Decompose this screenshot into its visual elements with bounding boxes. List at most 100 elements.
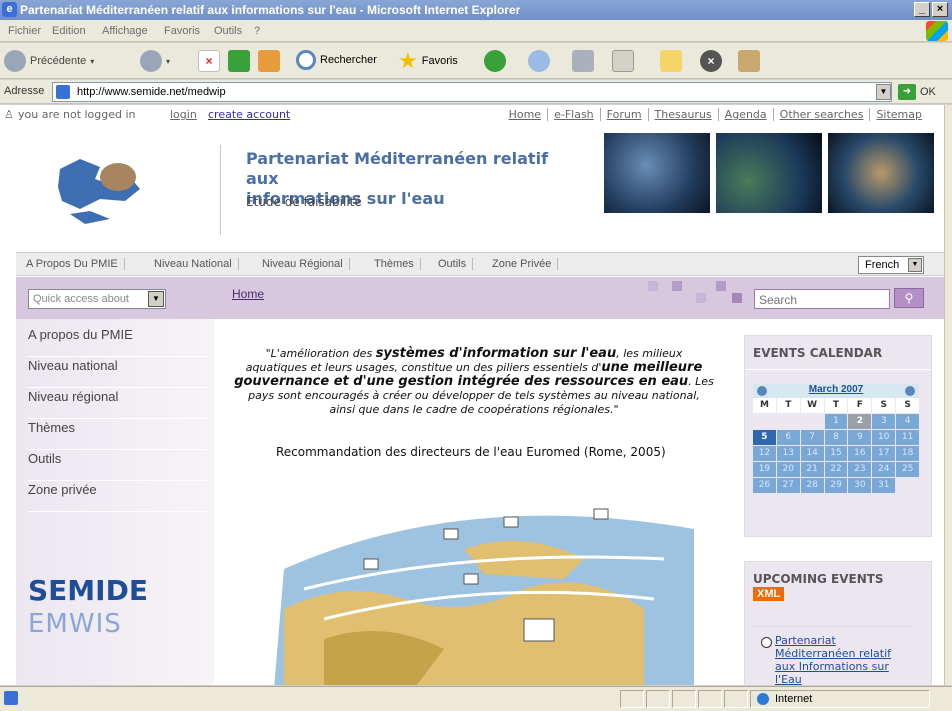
calendar-day[interactable]: 1 [824,414,848,429]
secnav-apropos[interactable]: A Propos Du PMIE [20,258,125,270]
menu-edition[interactable]: Edition [52,25,86,37]
menu-outils[interactable]: Outils [214,25,242,37]
create-account-link[interactable]: create account [208,108,290,121]
status-cell [646,690,670,708]
breadcrumb-home[interactable]: Home [232,287,264,301]
home-icon[interactable] [258,50,280,72]
stop-icon[interactable]: × [198,50,220,72]
leftnav-themes[interactable]: Thèmes [28,420,208,450]
topnav-eflash[interactable]: e-Flash [547,108,600,121]
history-icon[interactable] [528,50,550,72]
topnav-forum[interactable]: Forum [599,108,648,121]
calendar-day[interactable]: 20 [776,462,800,477]
search-icon[interactable]: ⚲ [894,288,924,308]
calendar-dow: S [896,398,919,413]
calendar-day[interactable]: 27 [776,478,800,493]
secnav-zone-privee[interactable]: Zone Privée [486,258,559,270]
secnav-national[interactable]: Niveau National [148,258,239,270]
calendar-day[interactable]: 30 [848,478,872,493]
language-select[interactable]: French ▼ [858,256,924,274]
next-month-icon[interactable] [905,386,915,396]
prev-month-icon[interactable] [757,386,767,396]
vertical-scrollbar[interactable] [944,105,952,685]
calendar-day[interactable]: 26 [753,478,776,493]
calendar-day[interactable]: 5 [753,430,776,445]
calendar-day[interactable]: 17 [872,446,896,461]
forward-button[interactable]: ▾ [140,50,170,72]
menu-fichier[interactable]: Fichier [8,25,41,37]
leftnav-regional[interactable]: Niveau régional [28,389,208,419]
login-link[interactable]: login [170,108,197,121]
address-bar: Adresse http://www.semide.net/medwip ▼ ➜… [0,80,952,104]
topnav-agenda[interactable]: Agenda [717,108,773,121]
calendar-day[interactable]: 11 [896,430,919,445]
leftnav-zone-privee[interactable]: Zone privée [28,482,208,512]
calendar-month[interactable]: March 2007 [809,384,863,395]
go-arrow-icon[interactable]: ➜ [898,84,916,100]
network-map-illustration [274,508,694,685]
event-link[interactable]: Partenariat Méditerranéen relatif aux In… [753,634,913,685]
go-button[interactable]: OK [920,86,936,98]
calendar-day[interactable]: 19 [753,462,776,477]
calendar-day[interactable]: 4 [896,414,919,429]
print-icon[interactable] [572,50,594,72]
topnav-home[interactable]: Home [503,108,547,121]
calendar-day[interactable]: 9 [848,430,872,445]
address-dropdown-button[interactable]: ▼ [876,84,891,100]
media-icon[interactable] [484,50,506,72]
secnav-regional[interactable]: Niveau Régional [256,258,350,270]
secnav-themes[interactable]: Thèmes [368,258,421,270]
calendar-day[interactable]: 14 [800,446,824,461]
topnav-thesaurus[interactable]: Thesaurus [647,108,718,121]
calendar-day[interactable]: 21 [800,462,824,477]
back-button[interactable]: Précédente ▾ [4,50,94,72]
topnav-other-searches[interactable]: Other searches [772,108,870,121]
calendar-day[interactable]: 29 [824,478,848,493]
calendar-day[interactable]: 23 [848,462,872,477]
leftnav-national[interactable]: Niveau national [28,358,208,388]
messenger-icon[interactable] [738,50,760,72]
calendar-day[interactable]: 18 [896,446,919,461]
leftnav-apropos[interactable]: A propos du PMIE [28,327,208,357]
calendar-day[interactable]: 3 [872,414,896,429]
satellite-photo-2 [716,133,822,213]
close-button[interactable]: × [932,2,948,17]
menu-favoris[interactable]: Favoris [164,25,200,37]
favorites-button[interactable]: ★ Favoris [398,50,458,72]
address-input[interactable]: http://www.semide.net/medwip [52,82,892,102]
xml-badge[interactable]: XML [753,587,785,601]
calendar-day[interactable]: 13 [776,446,800,461]
calendar-day[interactable]: 25 [896,462,919,477]
calendar-day[interactable]: 10 [872,430,896,445]
calendar-day[interactable]: 8 [824,430,848,445]
refresh-icon[interactable] [228,50,250,72]
quick-access-select[interactable]: Quick access about ▼ [28,289,166,309]
topnav-sitemap[interactable]: Sitemap [869,108,928,121]
satellite-photo-3 [828,133,934,213]
calendar-day[interactable]: 28 [800,478,824,493]
close-circle-icon[interactable]: × [700,50,722,72]
calendar-day[interactable]: 6 [776,430,800,445]
calendar-day[interactable]: 22 [824,462,848,477]
calendar-day[interactable]: 16 [848,446,872,461]
search-button[interactable]: Rechercher [296,50,377,70]
back-arrow-icon [4,50,26,72]
leftnav-outils[interactable]: Outils [28,451,208,481]
menu-affichage[interactable]: Affichage [102,25,148,37]
search-input[interactable] [754,289,890,309]
calendar-day[interactable]: 2 [848,414,872,429]
menu-help[interactable]: ? [254,25,260,37]
folder-icon[interactable] [660,50,682,72]
chevron-down-icon: ▾ [166,56,171,66]
utility-bar: Quick access about ▼ Home ⚲ [16,277,944,319]
minimize-button[interactable]: _ [914,2,930,17]
secnav-outils[interactable]: Outils [432,258,474,270]
calendar-day[interactable]: 15 [824,446,848,461]
calendar-day[interactable]: 24 [872,462,896,477]
calendar-day[interactable]: 31 [872,478,896,493]
calendar-day[interactable]: 12 [753,446,776,461]
calendar-day[interactable]: 7 [800,430,824,445]
site-header: Partenariat Méditerranéen relatif aux in… [0,125,944,251]
edit-icon[interactable] [612,50,634,72]
forward-arrow-icon [140,50,162,72]
